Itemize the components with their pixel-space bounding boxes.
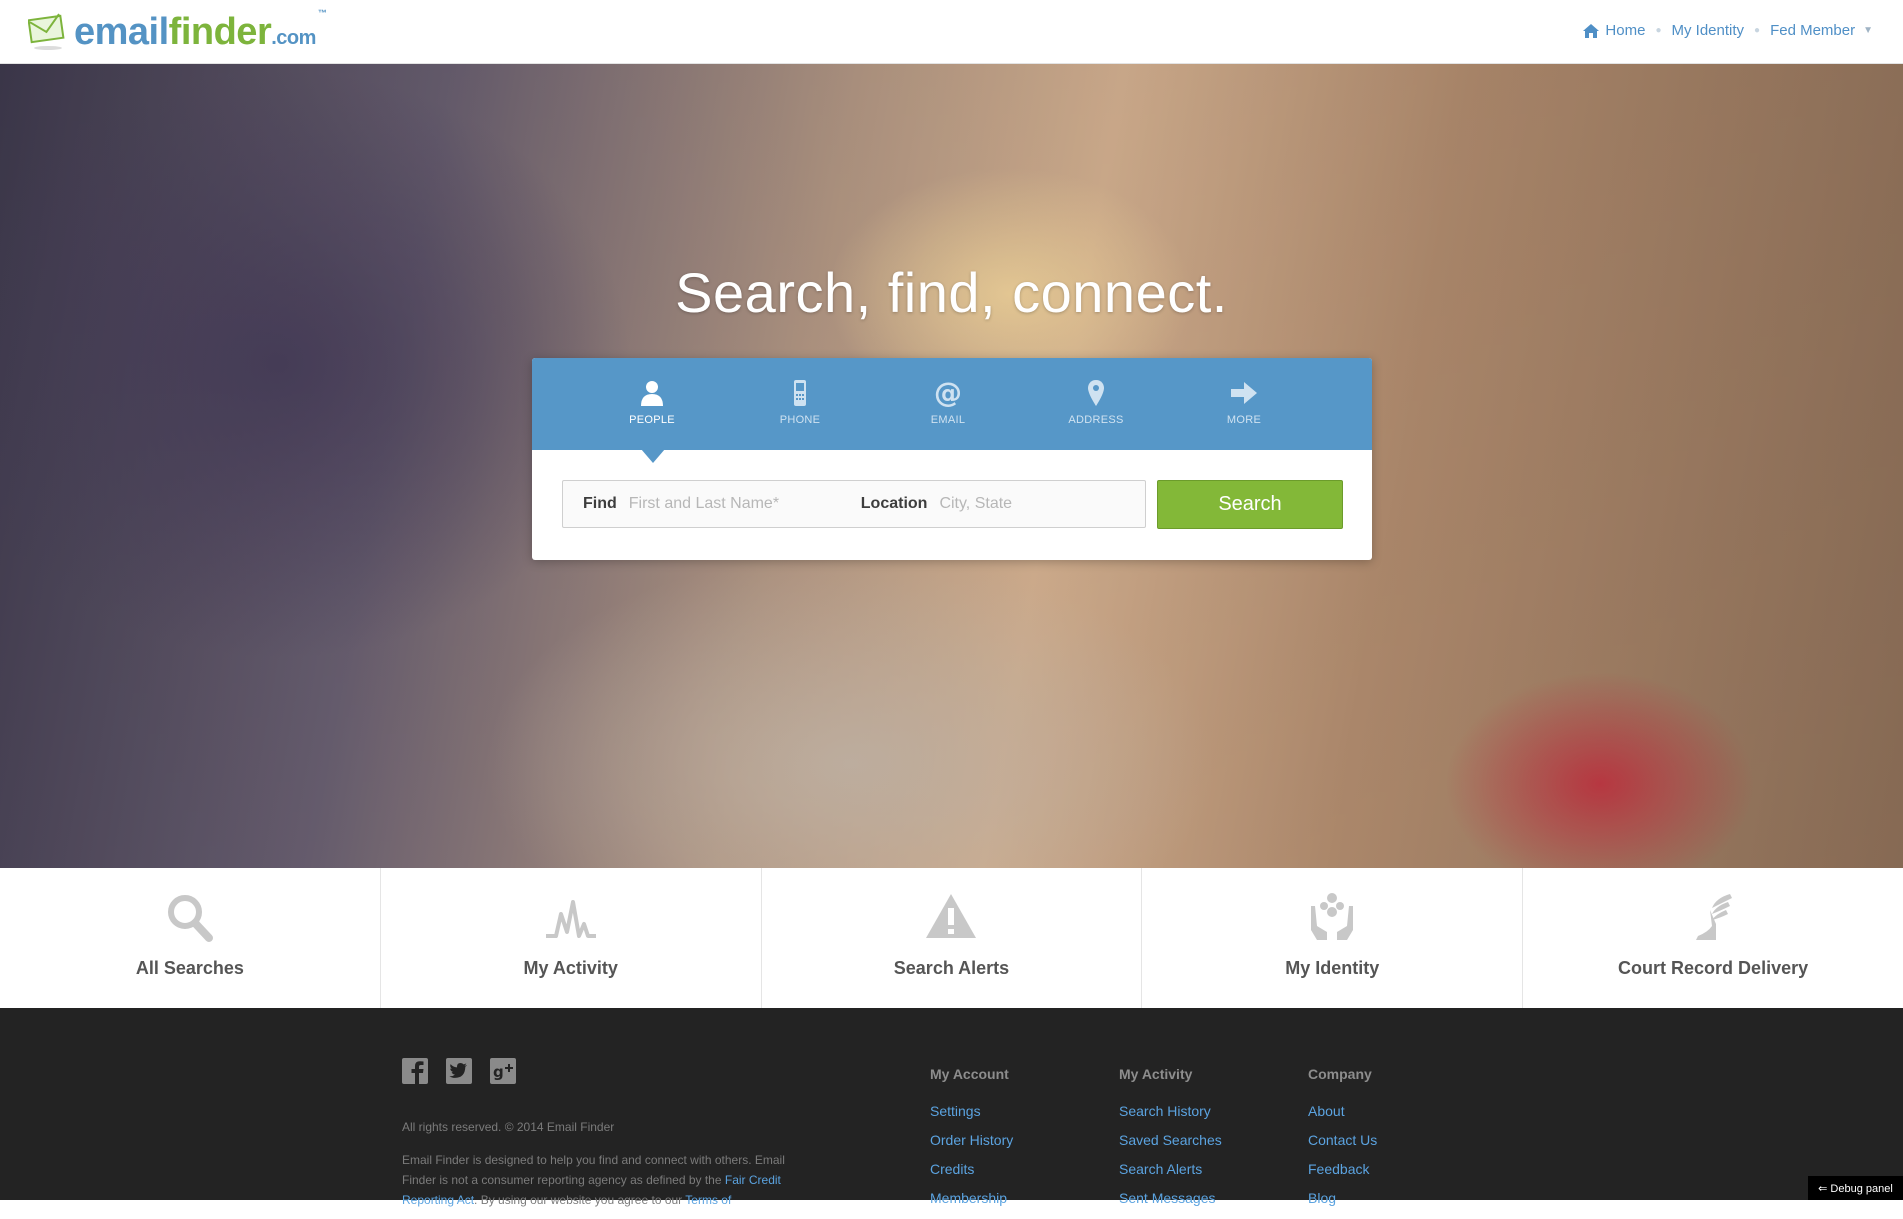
site-header: emailfinder.com™ Home ● My Identity ● Fe… <box>0 0 1903 64</box>
find-label: Find <box>583 495 617 512</box>
location-input[interactable] <box>937 494 1112 514</box>
arrow-right-icon <box>1231 382 1257 404</box>
site-footer: g All rights reserved. © 2014 Email Find… <box>0 1008 1903 1207</box>
footer-link-feedback[interactable]: Feedback <box>1308 1161 1377 1178</box>
facebook-icon[interactable] <box>402 1058 428 1084</box>
search-fields: Find Location <box>562 480 1146 528</box>
identity-hands-icon <box>1311 893 1354 940</box>
top-navigation: Home ● My Identity ● Fed Member ▼ <box>1583 22 1873 39</box>
footer-link-search-history[interactable]: Search History <box>1119 1103 1222 1120</box>
search-button[interactable]: Search <box>1157 480 1343 529</box>
svg-text:g: g <box>493 1063 504 1081</box>
quicklink-court-record-delivery[interactable]: Court Record Delivery <box>1523 868 1903 1008</box>
winged-foot-icon <box>1696 894 1733 940</box>
location-label: Location <box>860 495 928 512</box>
footer-link-saved-searches[interactable]: Saved Searches <box>1119 1132 1222 1149</box>
footer-column-company: Company About Contact Us Feedback Blog <box>1308 1066 1377 1219</box>
active-tab-pointer <box>641 449 665 463</box>
quicklink-label: My Activity <box>523 958 618 978</box>
hero-title: Search, find, connect. <box>675 261 1228 324</box>
footer-column-my-activity: My Activity Search History Saved Searche… <box>1119 1066 1222 1219</box>
disclaimer-part: . By using our website you agree to our <box>474 1193 686 1207</box>
home-icon <box>1583 23 1600 38</box>
svg-text:@: @ <box>934 378 962 408</box>
logo-part-com: .com <box>271 27 316 49</box>
quick-links-bar: All Searches My Activity Search Alerts M… <box>0 868 1903 1008</box>
tab-label: PEOPLE <box>629 414 675 426</box>
logo-part-finder: finder <box>168 11 272 53</box>
at-icon: @ <box>934 378 962 408</box>
alert-icon <box>926 894 977 938</box>
nav-separator: ● <box>1754 25 1761 36</box>
twitter-icon[interactable] <box>446 1058 472 1084</box>
nav-account-menu[interactable]: Fed Member ▼ <box>1770 22 1873 39</box>
footer-link-blog[interactable]: Blog <box>1308 1190 1377 1207</box>
search-panel: PEOPLE PHONE @ EMAIL ADDRESS MORE Find F… <box>532 358 1372 560</box>
social-links: g <box>402 1058 534 1084</box>
person-icon <box>641 381 663 406</box>
tab-label: MORE <box>1226 414 1262 426</box>
footer-column-title: My Activity <box>1119 1066 1193 1082</box>
quicklink-my-activity[interactable]: My Activity <box>381 868 762 1008</box>
google-plus-icon[interactable]: g <box>490 1058 516 1084</box>
chevron-down-icon: ▼ <box>1863 25 1873 36</box>
name-search-input[interactable] <box>626 494 841 514</box>
quicklink-label: My Identity <box>1285 958 1380 978</box>
quicklink-my-identity[interactable]: My Identity <box>1142 868 1524 1008</box>
footer-link-order-history[interactable]: Order History <box>930 1132 1013 1149</box>
site-logo[interactable]: emailfinder.com™ <box>28 9 327 54</box>
nav-home-link[interactable]: Home <box>1583 22 1645 39</box>
logo-wordmark: emailfinder.com™ <box>74 9 327 53</box>
tab-label: EMAIL <box>930 414 966 426</box>
nav-my-identity-link[interactable]: My Identity <box>1671 22 1744 39</box>
footer-link-credits[interactable]: Credits <box>930 1161 1013 1178</box>
tab-label: ADDRESS <box>1068 414 1124 426</box>
logo-part-email: email <box>74 11 169 53</box>
quicklink-all-searches[interactable]: All Searches <box>0 868 381 1008</box>
quicklink-label: Search Alerts <box>893 958 1010 978</box>
quicklink-label: Court Record Delivery <box>1618 958 1809 978</box>
terms-link[interactable]: Terms of <box>685 1193 731 1207</box>
tab-more[interactable]: MORE <box>1170 358 1318 450</box>
tab-phone[interactable]: PHONE <box>726 358 874 450</box>
magnifier-icon <box>167 895 213 942</box>
tab-email[interactable]: @ EMAIL <box>874 358 1022 450</box>
footer-link-settings[interactable]: Settings <box>930 1103 1013 1120</box>
envelope-logo-icon <box>28 13 65 50</box>
footer-link-contact-us[interactable]: Contact Us <box>1308 1132 1377 1149</box>
disclaimer-text: Email Finder is designed to help you fin… <box>402 1150 802 1210</box>
map-pin-icon <box>1088 380 1104 406</box>
activity-icon <box>545 900 596 938</box>
phone-icon <box>794 380 806 406</box>
quicklink-search-alerts[interactable]: Search Alerts <box>762 868 1143 1008</box>
footer-link-about[interactable]: About <box>1308 1103 1377 1120</box>
footer-column-title: Company <box>1308 1066 1372 1082</box>
tab-label: PHONE <box>779 414 821 426</box>
tab-address[interactable]: ADDRESS <box>1022 358 1170 450</box>
logo-trademark: ™ <box>317 8 327 18</box>
nav-home-label: Home <box>1605 22 1646 39</box>
search-type-tabs: PEOPLE PHONE @ EMAIL ADDRESS MORE <box>532 358 1372 450</box>
footer-link-sent-messages[interactable]: Sent Messages <box>1119 1190 1222 1207</box>
footer-column-my-account: My Account Settings Order History Credit… <box>930 1066 1013 1219</box>
footer-link-search-alerts[interactable]: Search Alerts <box>1119 1161 1222 1178</box>
copyright-text: All rights reserved. © 2014 Email Finder <box>402 1120 615 1134</box>
nav-account-label: Fed Member <box>1770 22 1856 39</box>
nav-separator: ● <box>1655 25 1662 36</box>
quicklink-label: All Searches <box>135 958 244 978</box>
debug-panel-toggle[interactable]: ⇐ Debug panel <box>1808 1176 1903 1200</box>
hero-banner: Search, find, connect. PEOPLE PHONE @ EM… <box>0 64 1903 868</box>
footer-column-title: My Account <box>930 1066 1009 1082</box>
tab-people[interactable]: PEOPLE <box>578 358 726 450</box>
footer-link-membership[interactable]: Membership <box>930 1190 1013 1207</box>
